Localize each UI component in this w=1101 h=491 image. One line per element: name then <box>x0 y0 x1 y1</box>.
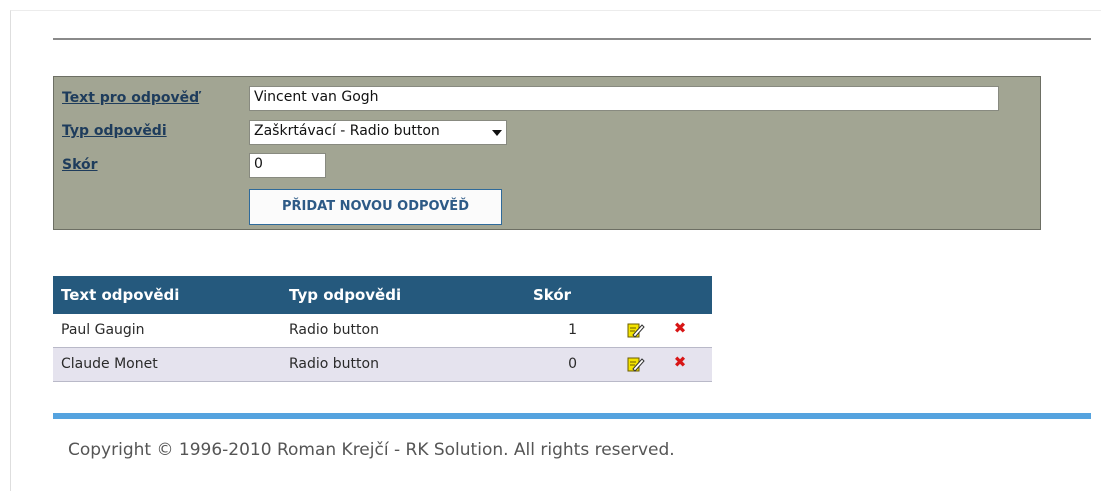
table-row: Claude Monet Radio button 0 ✖ <box>53 348 712 382</box>
answer-type-value: Zaškrtávací - Radio button <box>254 123 440 139</box>
add-answer-button[interactable]: PŘIDAT NOVOU ODPOVĚĎ <box>249 189 502 225</box>
delete-icon[interactable]: ✖ <box>672 354 688 370</box>
score-label[interactable]: Skór <box>62 157 98 173</box>
header-score: Skór <box>533 286 572 304</box>
type-label[interactable]: Typ odpovědi <box>62 123 167 139</box>
copyright-text: Copyright © 1996-2010 Roman Krejčí - RK … <box>68 440 675 460</box>
edit-icon[interactable] <box>627 356 645 373</box>
delete-icon[interactable]: ✖ <box>672 320 688 336</box>
chevron-down-icon[interactable] <box>492 130 502 136</box>
answer-score: 0 <box>568 356 577 372</box>
answer-type-select[interactable]: Zaškrtávací - Radio button <box>249 120 507 145</box>
answer-type: Radio button <box>289 322 379 338</box>
table-header: Text odpovědi Typ odpovědi Skór <box>53 276 712 314</box>
text-label[interactable]: Text pro odpověď <box>62 90 199 106</box>
score-input[interactable]: 0 <box>249 153 326 178</box>
answer-text-input[interactable]: Vincent van Gogh <box>249 86 999 111</box>
answer-text: Paul Gaugin <box>61 322 145 338</box>
table-row: Paul Gaugin Radio button 1 ✖ <box>53 314 712 348</box>
answer-type: Radio button <box>289 356 379 372</box>
answer-text: Claude Monet <box>61 356 158 372</box>
answer-score: 1 <box>568 322 577 338</box>
header-text: Text odpovědi <box>61 286 180 304</box>
top-divider <box>53 38 1091 40</box>
edit-icon[interactable] <box>627 322 645 339</box>
footer-divider <box>53 413 1091 419</box>
answers-table: Text odpovědi Typ odpovědi Skór Paul Gau… <box>53 276 712 382</box>
answer-form: Text pro odpověď Vincent van Gogh Typ od… <box>53 76 1041 230</box>
header-type: Typ odpovědi <box>289 286 402 304</box>
